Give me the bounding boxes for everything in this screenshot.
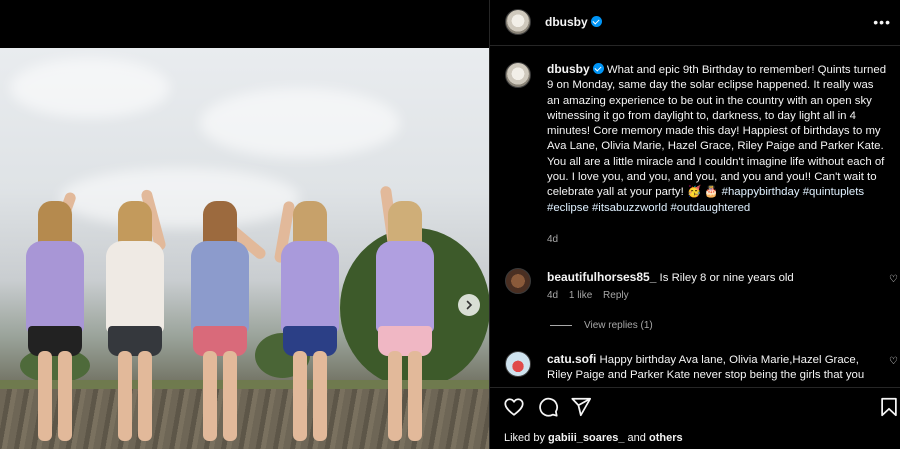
chevron-right-icon	[466, 300, 473, 310]
caption-text: What and epic 9th Birthday to remember! …	[547, 64, 887, 199]
post-caption: dbusby What and epic 9th Birthday to rem…	[547, 62, 889, 216]
heart-icon[interactable]	[503, 396, 525, 418]
girl-figure	[20, 111, 90, 441]
caption-timestamp[interactable]: 4d	[547, 234, 558, 245]
username-text[interactable]: dbusby	[545, 15, 588, 29]
verified-badge-icon	[590, 16, 602, 27]
liked-by-conjunction: and	[627, 432, 646, 444]
comment-like-icon[interactable]: ♡	[889, 356, 898, 367]
comment-username[interactable]: catu.sofi	[547, 352, 596, 366]
caption-emoji: 🥳 🎂	[686, 186, 719, 199]
divider	[550, 324, 572, 326]
girl-figure	[185, 111, 268, 441]
bookmark-icon[interactable]	[878, 396, 900, 418]
avatar[interactable]	[505, 9, 531, 35]
comment-icon[interactable]	[537, 396, 559, 418]
liked-by-prefix: Liked by	[504, 432, 545, 444]
girl-figure	[273, 111, 345, 441]
post-actions: Liked by gabiii_soares_ and others	[490, 387, 900, 449]
comment-item: catu.sofi Happy birthday Ava lane, Olivi…	[547, 352, 877, 384]
liked-by-others[interactable]: others	[649, 432, 683, 444]
more-options-icon[interactable]: •••	[873, 14, 891, 30]
comment-avatar[interactable]	[505, 351, 531, 377]
liked-by-user[interactable]: gabiii_soares_	[548, 432, 624, 444]
comment-avatar[interactable]	[505, 268, 531, 294]
next-photo-button[interactable]	[458, 294, 480, 316]
comment-like-count[interactable]: 1 like	[569, 290, 592, 301]
comment-like-icon[interactable]: ♡	[889, 274, 898, 285]
liked-by: Liked by gabiii_soares_ and others	[504, 432, 683, 444]
verified-badge-icon	[592, 63, 604, 74]
reply-button[interactable]: Reply	[603, 290, 629, 301]
girl-figure	[370, 111, 440, 441]
comment-meta: 4d 1 like Reply	[547, 290, 637, 301]
post-side-panel: dbusby ••• dbusby What and epic 9th Birt…	[489, 0, 900, 449]
post-header: dbusby •••	[490, 0, 900, 46]
comment-text: Is Riley 8 or nine years old	[659, 272, 794, 284]
comment-username[interactable]: beautifulhorses85_	[547, 270, 656, 284]
girl-figure	[100, 111, 170, 441]
post-photo[interactable]	[0, 48, 489, 449]
caption-username[interactable]: dbusby	[547, 62, 590, 76]
caption-avatar[interactable]	[505, 62, 531, 88]
post-author[interactable]: dbusby	[545, 15, 602, 29]
share-icon[interactable]	[570, 396, 592, 418]
comment-item: beautifulhorses85_ Is Riley 8 or nine ye…	[547, 270, 877, 286]
view-replies-button[interactable]: View replies (1)	[550, 320, 653, 331]
comment-timestamp[interactable]: 4d	[547, 290, 558, 301]
view-replies-label: View replies (1)	[584, 320, 653, 331]
top-bar	[0, 0, 489, 48]
